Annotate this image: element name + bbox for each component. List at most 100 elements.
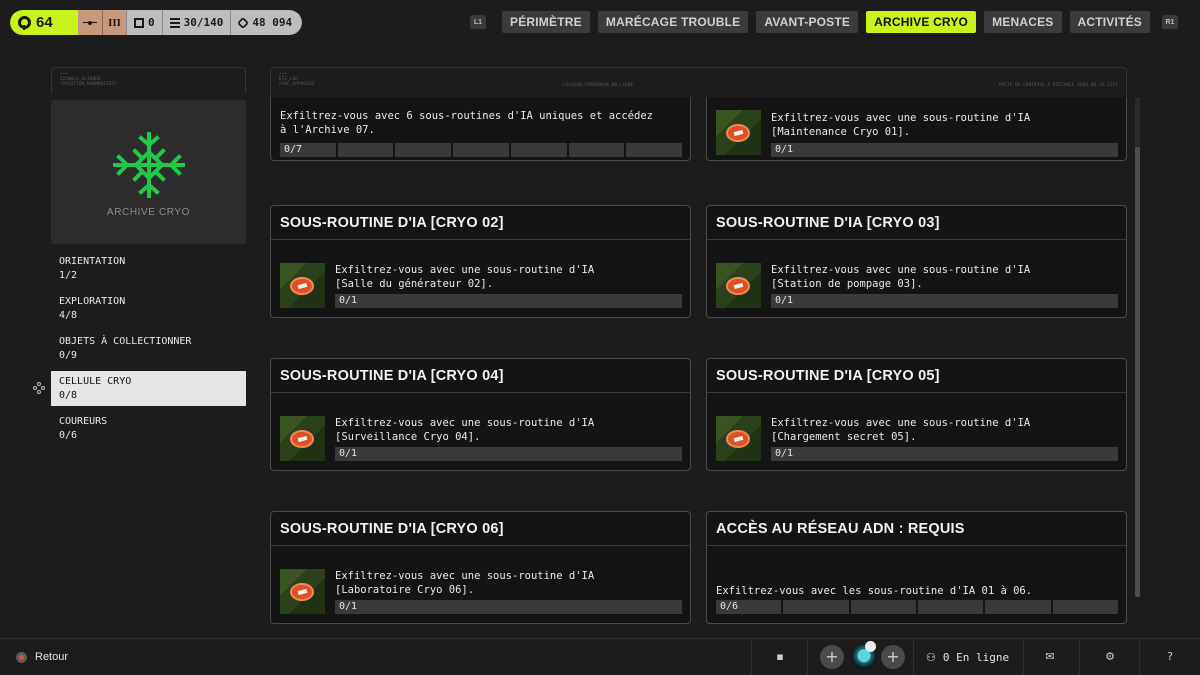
- stat-currency: 48 094: [230, 10, 303, 35]
- level-badge: 64: [10, 10, 78, 35]
- add-party-slot-button-2[interactable]: +: [881, 645, 905, 669]
- category-exploration[interactable]: EXPLORATION 4/8: [51, 291, 246, 326]
- region-emblem: ARCHIVE CRYO: [51, 100, 246, 244]
- category-name: ORIENTATION: [59, 256, 126, 267]
- objective-progress-bar: 0/1: [771, 447, 1118, 461]
- chat-icon[interactable]: ▪: [773, 651, 787, 663]
- objective-card-cryo-04[interactable]: SOUS-ROUTINE D'IA [CRYO 04] Exfiltrez-vo…: [270, 358, 691, 471]
- tab-marecage-trouble[interactable]: MARÉCAGE TROUBLE: [597, 11, 749, 33]
- main-micro-center: LIAISON_TERMINAUX_EN_LIGNE: [563, 82, 634, 87]
- objective-card-cryo-06[interactable]: SOUS-ROUTINE D'IA [CRYO 06] Exfiltrez-vo…: [270, 511, 691, 624]
- stack-icon: [169, 17, 180, 28]
- objectives-scroll-area[interactable]: Exfiltrez-vous avec 6 sous-routines d'IA…: [268, 97, 1130, 628]
- objective-card-cryo-03[interactable]: SOUS-ROUTINE D'IA [CRYO 03] Exfiltrez-vo…: [706, 205, 1127, 318]
- objective-description: Exfiltrez-vous avec une sous-routine d'I…: [771, 112, 1031, 138]
- online-count: 0 En ligne: [942, 651, 1010, 664]
- category-cellule-cryo[interactable]: CELLULE CRYO 0/8: [51, 371, 246, 406]
- microphone-icon: [865, 641, 876, 652]
- box-icon: [134, 17, 144, 28]
- tab-avant-poste[interactable]: AVANT-POSTE: [756, 11, 859, 33]
- l1-button[interactable]: L1: [470, 15, 486, 29]
- objective-progress: 0/1: [339, 295, 358, 306]
- level-value: 64: [36, 14, 53, 31]
- objective-progress-bar: 0/1: [335, 447, 682, 461]
- stat-box-count: 0: [126, 10, 162, 35]
- gear-icon[interactable]: ⚙: [1103, 651, 1117, 663]
- subroutine-thumbnail: [716, 263, 761, 308]
- scrollbar-thumb[interactable]: [1135, 147, 1140, 597]
- objective-progress-bar: 0/7: [280, 143, 683, 157]
- add-party-slot-button[interactable]: +: [820, 645, 844, 669]
- ai-chip-icon: [726, 430, 750, 448]
- category-list: ORIENTATION 1/2 EXPLORATION 4/8 OBJETS À…: [51, 251, 246, 451]
- objective-progress: 0/1: [339, 601, 358, 612]
- category-name: COUREURS: [59, 416, 108, 427]
- left-micro-2: [POSITION_HARMONIZED]: [60, 81, 117, 86]
- objective-title: SOUS-ROUTINE D'IA [CRYO 02]: [271, 206, 690, 240]
- tab-archive-cryo[interactable]: ARCHIVE CRYO: [866, 11, 977, 33]
- objective-title: ACCÈS AU RÉSEAU ADN : REQUIS: [707, 512, 1126, 546]
- online-friends[interactable]: ⚇ 0 En ligne: [926, 651, 1009, 664]
- objective-description: Exfiltrez-vous avec les sous-routine d'I…: [716, 585, 1033, 597]
- subroutine-thumbnail: [716, 416, 761, 461]
- objective-title: SOUS-ROUTINE D'IA [CRYO 03]: [707, 206, 1126, 240]
- subroutine-thumbnail: [716, 110, 761, 155]
- main-micro-right: POSTE DE CONTROLE À DISTANCE SEUR 00.15.…: [998, 82, 1118, 87]
- category-name: EXPLORATION: [59, 296, 126, 307]
- top-bar: 64 III 0 30/140 48 094 L1 PÉRIMÈTRE MARÉ…: [0, 0, 1200, 45]
- objective-description: Exfiltrez-vous avec une sous-routine d'I…: [335, 570, 595, 596]
- category-orientation[interactable]: ORIENTATION 1/2: [51, 251, 246, 286]
- objective-card-cryo-05[interactable]: SOUS-ROUTINE D'IA [CRYO 05] Exfiltrez-vo…: [706, 358, 1127, 471]
- objective-card-archive-07[interactable]: Exfiltrez-vous avec 6 sous-routines d'IA…: [270, 97, 691, 161]
- ai-chip-icon: [290, 583, 314, 601]
- objective-progress: 0/1: [775, 295, 794, 306]
- main-panel-header: ••• ETS_LOG SYNC_APPROVED LIAISON_TERMIN…: [270, 67, 1127, 97]
- dpad-icon: [33, 382, 46, 395]
- category-progress: 4/8: [59, 310, 78, 321]
- r1-button[interactable]: R1: [1161, 15, 1178, 29]
- objective-card-cryo-01[interactable]: Exfiltrez-vous avec une sous-routine d'I…: [706, 97, 1127, 161]
- objective-description: Exfiltrez-vous avec 6 sous-routines d'IA…: [280, 110, 653, 136]
- currency-icon: [237, 16, 250, 29]
- emblem-label: ARCHIVE CRYO: [106, 207, 191, 218]
- ai-chip-icon: [290, 277, 314, 295]
- ai-chip-icon: [726, 277, 750, 295]
- tab-activites[interactable]: ACTIVITÉS: [1069, 11, 1150, 33]
- category-coureurs[interactable]: COUREURS 0/6: [51, 411, 246, 446]
- objective-progress-bar: 0/1: [335, 600, 682, 614]
- objective-description: Exfiltrez-vous avec une sous-routine d'I…: [335, 417, 595, 443]
- objective-progress-bar: 0/1: [771, 143, 1118, 157]
- friends-icon: ⚇: [926, 651, 936, 664]
- objective-description: Exfiltrez-vous avec une sous-routine d'I…: [771, 264, 1031, 290]
- mail-icon[interactable]: ✉: [1043, 651, 1057, 663]
- objective-title: SOUS-ROUTINE D'IA [CRYO 06]: [271, 512, 690, 546]
- level-icon: [18, 16, 31, 30]
- subroutine-thumbnail: [280, 416, 325, 461]
- objective-progress-bar: 0/1: [771, 294, 1118, 308]
- objective-progress-bar: 0/6: [716, 600, 1118, 614]
- category-name: CELLULE CRYO: [59, 376, 132, 387]
- objective-card-adn-access[interactable]: ACCÈS AU RÉSEAU ADN : REQUIS Exfiltrez-v…: [706, 511, 1127, 624]
- objective-progress: 0/1: [339, 448, 358, 459]
- tab-perimetre[interactable]: PÉRIMÈTRE: [502, 11, 590, 33]
- ai-chip-icon: [726, 124, 750, 142]
- back-button[interactable]: Retour: [16, 651, 68, 663]
- map-tabs: L1 PÉRIMÈTRE MARÉCAGE TROUBLE AVANT-POST…: [470, 11, 1178, 33]
- category-progress: 0/8: [59, 390, 78, 401]
- tab-menaces[interactable]: MENACES: [984, 11, 1062, 33]
- tier-badge: III: [102, 10, 126, 35]
- circle-button-icon: [16, 651, 27, 663]
- objective-description: Exfiltrez-vous avec une sous-routine d'I…: [771, 417, 1031, 443]
- objective-progress: 0/1: [775, 144, 794, 155]
- scrollbar[interactable]: [1135, 97, 1140, 597]
- bottom-bar: Retour ▪ + + ⚇ 0 En ligne ✉ ⚙ ?: [0, 638, 1200, 675]
- help-icon[interactable]: ?: [1163, 651, 1177, 663]
- objective-description: Exfiltrez-vous avec une sous-routine d'I…: [335, 264, 595, 290]
- objective-progress-bar: 0/1: [335, 294, 682, 308]
- objective-card-cryo-02[interactable]: SOUS-ROUTINE D'IA [CRYO 02] Exfiltrez-vo…: [270, 205, 691, 318]
- archive-cryo-emblem-icon: [113, 132, 185, 198]
- category-objets-a-collectionner[interactable]: OBJETS À COLLECTIONNER 0/9: [51, 331, 246, 366]
- objective-progress: 0/7: [284, 144, 303, 155]
- subroutine-thumbnail: [280, 569, 325, 614]
- objective-progress: 0/6: [720, 601, 739, 612]
